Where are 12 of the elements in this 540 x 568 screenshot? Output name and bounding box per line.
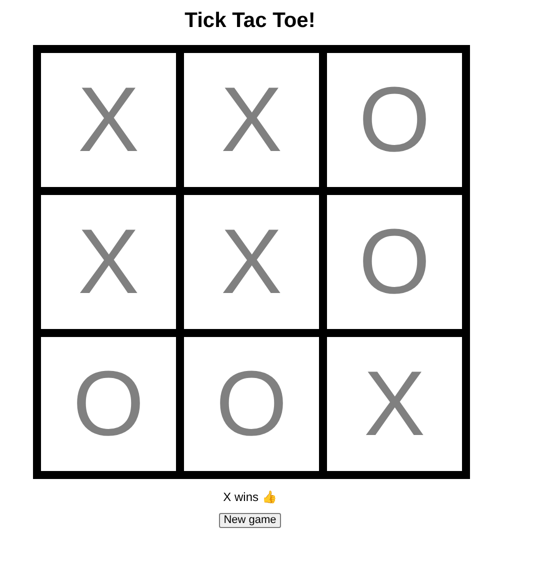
board-square[interactable]: O [41, 337, 176, 471]
board-square[interactable]: O [184, 337, 319, 471]
board-square[interactable]: X [327, 337, 462, 471]
board-square[interactable]: X [41, 195, 176, 329]
board-square[interactable]: O [327, 53, 462, 187]
board-square[interactable]: X [184, 195, 319, 329]
board-square[interactable]: X [41, 53, 176, 187]
board-square[interactable]: X [184, 53, 319, 187]
game-status: X wins 👍 [223, 489, 277, 505]
game-title: Tick Tac Toe! [184, 8, 316, 34]
new-game-button[interactable]: New game [218, 513, 282, 528]
board-square[interactable]: O [327, 195, 462, 329]
